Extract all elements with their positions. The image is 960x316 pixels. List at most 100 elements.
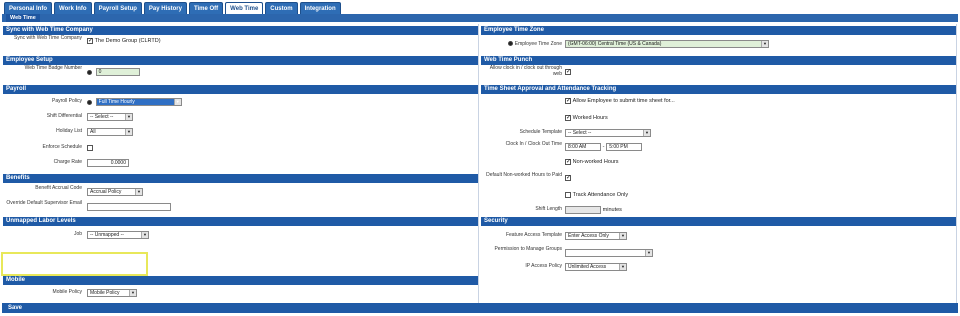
feature-access-row: Feature Access Template Enter Access Onl… bbox=[481, 231, 956, 243]
shift-diff-control: -- Select -- ▼ bbox=[87, 113, 133, 121]
supervisor-email-input[interactable] bbox=[87, 203, 171, 211]
worked-hours-text: Worked Hours bbox=[572, 115, 608, 121]
ip-access-select[interactable]: Unlimited Access ▼ bbox=[565, 263, 627, 271]
track-attendance-text: Track Attendance Only bbox=[572, 192, 629, 198]
default-paid-checkbox[interactable] bbox=[565, 174, 571, 181]
job-select[interactable]: -- Unmapped -- ▼ bbox=[87, 231, 149, 239]
permission-control: ▼ bbox=[565, 249, 653, 257]
chevron-down-icon: ▼ bbox=[125, 129, 132, 135]
chevron-down-icon: ▼ bbox=[141, 232, 148, 238]
tab-pay-history[interactable]: Pay History bbox=[143, 2, 187, 14]
holiday-select[interactable]: All ▼ bbox=[87, 128, 133, 136]
sync-checkbox[interactable] bbox=[87, 37, 93, 44]
clock-row: Clock In / Clock Out Time 8:00 AM - 5:00… bbox=[481, 141, 956, 153]
tab-time-off[interactable]: Time Off bbox=[188, 2, 224, 14]
section-labor-header: Unmapped Labor Levels bbox=[3, 217, 478, 226]
sync-label: Sync with Web Time Company bbox=[14, 35, 82, 41]
section-mobile-header: Mobile bbox=[3, 276, 478, 285]
allow-web-punch-checkbox[interactable] bbox=[565, 68, 571, 75]
schedule-template-select[interactable]: -- Select -- ▼ bbox=[565, 129, 651, 137]
tab-custom[interactable]: Custom bbox=[265, 2, 298, 14]
time-zone-label-text: Employee Time Zone bbox=[514, 40, 562, 47]
permission-select[interactable]: ▼ bbox=[565, 249, 653, 257]
allow-submit-checkbox[interactable] bbox=[565, 97, 571, 104]
badge-control: 0 bbox=[87, 68, 140, 76]
non-worked-text: Non-worked Hours bbox=[572, 159, 619, 165]
tab-personal-info[interactable]: Personal Info bbox=[4, 2, 53, 14]
job-label: Job bbox=[73, 231, 82, 237]
punch-control bbox=[565, 68, 571, 76]
ip-access-row: IP Access Policy Unlimited Access ▼ bbox=[481, 262, 956, 274]
payroll-policy-row: Payroll Policy Full Time Hourly ▼ bbox=[3, 97, 478, 109]
permission-label: Permission to Manage Groups bbox=[494, 246, 562, 252]
allow-submit-row: Allow Employee to submit time sheet for.… bbox=[481, 97, 956, 109]
allow-submit-text: Allow Employee to submit time sheet for.… bbox=[572, 98, 675, 104]
schedule-template-row: Schedule Template -- Select -- ▼ bbox=[481, 127, 956, 139]
feature-access-select[interactable]: Enter Access Only ▼ bbox=[565, 232, 627, 240]
non-worked-row: Non-worked Hours bbox=[481, 157, 956, 169]
supervisor-row: Override Default Supervisor Email bbox=[3, 200, 478, 212]
schedule-template-control: -- Select -- ▼ bbox=[565, 129, 651, 137]
track-attendance-control: Track Attendance Only bbox=[565, 192, 628, 199]
clock-out-input[interactable]: 5:00 PM bbox=[606, 143, 643, 151]
default-paid-row: Default Non-worked Hours to Paid bbox=[481, 172, 956, 184]
non-worked-checkbox[interactable] bbox=[565, 158, 571, 165]
section-approval-header: Time Sheet Approval and Attendance Track… bbox=[481, 85, 956, 94]
sync-row: Sync with Web Time Company The Demo Grou… bbox=[3, 35, 478, 48]
shift-diff-select[interactable]: -- Select -- ▼ bbox=[87, 113, 133, 121]
track-attendance-checkbox[interactable] bbox=[565, 192, 571, 198]
save-button[interactable]: Save bbox=[2, 305, 22, 311]
mobile-policy-control: Mobile Policy ▼ bbox=[87, 289, 137, 297]
section-payroll-header: Payroll bbox=[3, 85, 478, 94]
sync-company-text: The Demo Group (CLRTD) bbox=[94, 38, 161, 44]
chevron-down-icon: ▼ bbox=[135, 189, 142, 195]
time-zone-value: (GMT-06:00) Central Time (US & Canada) bbox=[568, 41, 662, 47]
holiday-label: Holiday List bbox=[56, 128, 82, 134]
enforce-schedule-checkbox[interactable] bbox=[87, 145, 93, 151]
section-employee-setup-header: Employee Setup bbox=[3, 56, 478, 65]
section-punch-header: Web Time Punch bbox=[481, 56, 956, 65]
time-zone-control: (GMT-06:00) Central Time (US & Canada) ▼ bbox=[565, 40, 769, 48]
enforce-row: Enforce Schedule bbox=[3, 143, 478, 155]
badge-number-input[interactable]: 0 bbox=[95, 68, 140, 76]
mobile-policy-select[interactable]: Mobile Policy ▼ bbox=[87, 289, 137, 297]
ip-access-label: IP Access Policy bbox=[525, 263, 562, 269]
mobile-policy-value: Mobile Policy bbox=[90, 290, 120, 296]
punch-row: Allow clock in / clock out through web bbox=[481, 65, 956, 78]
permission-row: Permission to Manage Groups ▼ bbox=[481, 246, 956, 258]
subtab-web-time[interactable]: Web Time bbox=[6, 14, 40, 22]
shift-length-input[interactable] bbox=[565, 206, 601, 214]
clock-in-input[interactable]: 8:00 AM bbox=[565, 143, 601, 151]
benefit-code-control: Accrual Policy ▼ bbox=[87, 188, 143, 196]
payroll-policy-required-icon bbox=[87, 99, 92, 105]
charge-rate-input[interactable]: 0.0000 bbox=[87, 159, 129, 167]
job-control: -- Unmapped -- ▼ bbox=[87, 231, 149, 239]
tab-integration[interactable]: Integration bbox=[299, 2, 341, 14]
enforce-label: Enforce Schedule bbox=[42, 144, 82, 150]
allow-submit-control: Allow Employee to submit time sheet for.… bbox=[565, 97, 675, 105]
default-paid-control bbox=[565, 174, 571, 182]
chevron-down-icon: ▼ bbox=[619, 264, 626, 270]
tab-payroll-setup[interactable]: Payroll Setup bbox=[93, 2, 142, 14]
shift-length-unit: minutes bbox=[602, 207, 622, 213]
tab-work-info[interactable]: Work Info bbox=[54, 2, 92, 14]
chevron-down-icon: ▼ bbox=[645, 250, 652, 256]
holiday-row: Holiday List All ▼ bbox=[3, 127, 478, 139]
tab-web-time[interactable]: Web Time bbox=[225, 2, 264, 14]
chevron-down-icon: ▼ bbox=[129, 290, 136, 296]
benefit-code-select[interactable]: Accrual Policy ▼ bbox=[87, 188, 143, 196]
section-time-zone-header: Employee Time Zone bbox=[481, 26, 956, 35]
time-zone-select[interactable]: (GMT-06:00) Central Time (US & Canada) ▼ bbox=[565, 40, 769, 48]
sync-control: The Demo Group (CLRTD) bbox=[87, 37, 161, 45]
payroll-policy-select[interactable]: Full Time Hourly ▼ bbox=[95, 98, 182, 106]
worked-hours-checkbox[interactable] bbox=[565, 114, 571, 121]
supervisor-control bbox=[87, 203, 171, 211]
schedule-template-label: Schedule Template bbox=[519, 129, 562, 135]
feature-access-value: Enter Access Only bbox=[568, 233, 609, 239]
job-row: Job -- Unmapped -- ▼ bbox=[3, 230, 478, 242]
holiday-value: All bbox=[90, 129, 96, 135]
worked-hours-control: Worked Hours bbox=[565, 114, 608, 122]
shift-diff-value: -- Select -- bbox=[90, 114, 114, 120]
punch-label: Allow clock in / clock out through web bbox=[489, 65, 562, 77]
badge-label: Web Time Badge Number bbox=[24, 65, 82, 71]
